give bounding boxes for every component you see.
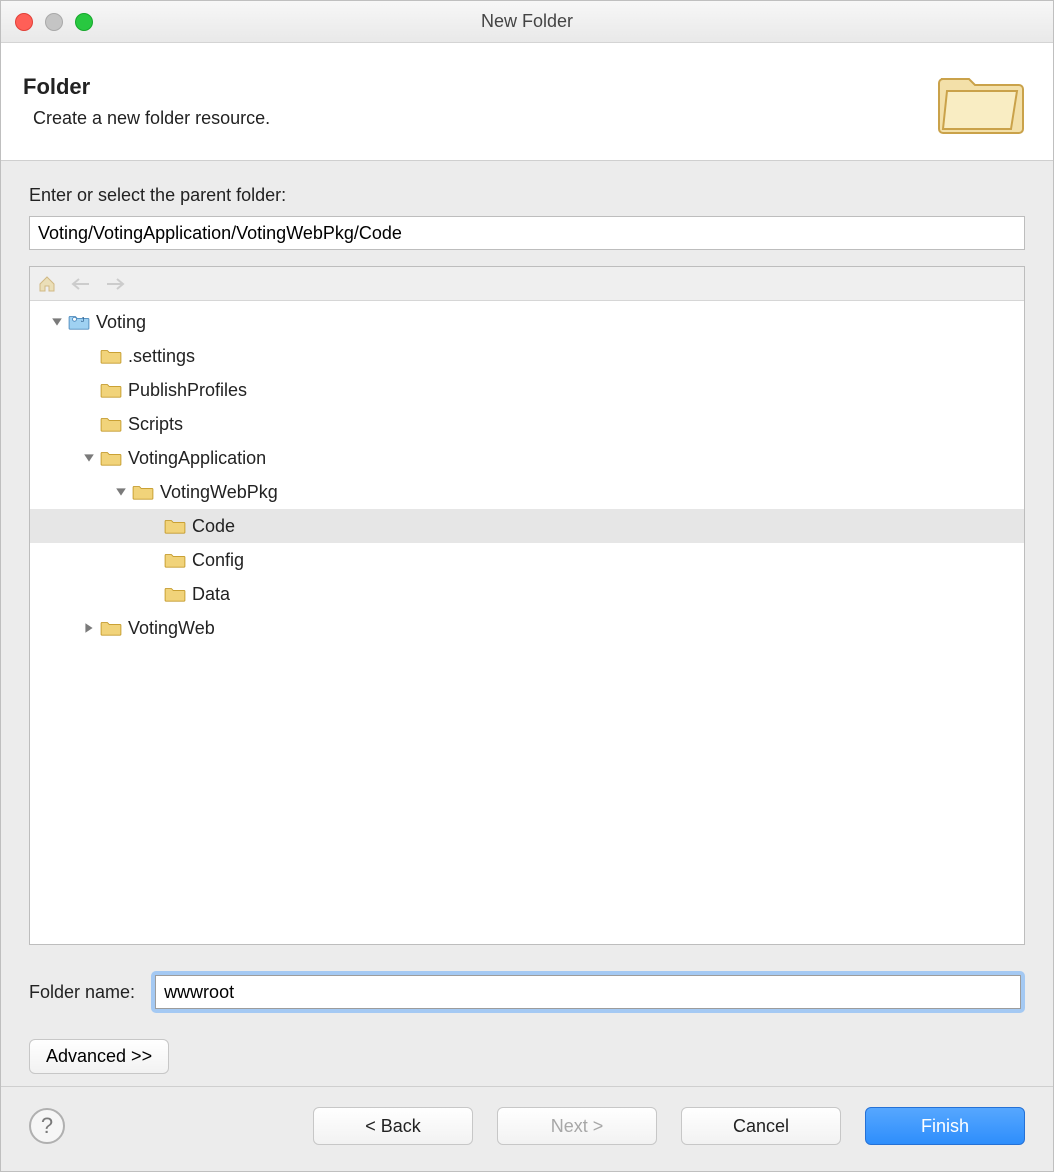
tree-item-scripts[interactable]: Scripts bbox=[30, 407, 1024, 441]
wizard-footer: ? < Back Next > Cancel Finish bbox=[1, 1086, 1053, 1171]
traffic-lights bbox=[15, 13, 93, 31]
window-title: New Folder bbox=[1, 11, 1053, 32]
folder-icon bbox=[100, 619, 122, 637]
arrow-placeholder bbox=[144, 551, 162, 569]
back-arrow-icon[interactable] bbox=[70, 273, 92, 295]
wizard-content: Enter or select the parent folder: Votin… bbox=[1, 161, 1053, 1086]
maximize-window-button[interactable] bbox=[75, 13, 93, 31]
folder-icon bbox=[100, 449, 122, 467]
folder-name-input[interactable] bbox=[155, 975, 1021, 1009]
folder-icon bbox=[100, 415, 122, 433]
banner-subtext: Create a new folder resource. bbox=[33, 108, 270, 129]
back-button[interactable]: < Back bbox=[313, 1107, 473, 1145]
new-folder-dialog: New Folder Folder Create a new folder re… bbox=[0, 0, 1054, 1172]
chevron-down-icon[interactable] bbox=[48, 313, 66, 331]
finish-button[interactable]: Finish bbox=[865, 1107, 1025, 1145]
next-button: Next > bbox=[497, 1107, 657, 1145]
tree-item-label: VotingWebPkg bbox=[160, 482, 278, 503]
close-window-button[interactable] bbox=[15, 13, 33, 31]
tree-item-code[interactable]: Code bbox=[30, 509, 1024, 543]
folder-icon bbox=[100, 381, 122, 399]
parent-folder-input[interactable] bbox=[29, 216, 1025, 250]
tree-item-votingwebpkg[interactable]: VotingWebPkg bbox=[30, 475, 1024, 509]
chevron-down-icon[interactable] bbox=[80, 449, 98, 467]
tree-item-label: Scripts bbox=[128, 414, 183, 435]
tree-item-label: VotingApplication bbox=[128, 448, 266, 469]
tree-item-label: Config bbox=[192, 550, 244, 571]
tree-toolbar bbox=[30, 267, 1024, 301]
tree-item-votingweb[interactable]: VotingWeb bbox=[30, 611, 1024, 645]
arrow-placeholder bbox=[144, 517, 162, 535]
arrow-placeholder bbox=[144, 585, 162, 603]
arrow-placeholder bbox=[80, 381, 98, 399]
titlebar: New Folder bbox=[1, 1, 1053, 43]
tree-item-votingapplication[interactable]: VotingApplication bbox=[30, 441, 1024, 475]
tree-item-label: Data bbox=[192, 584, 230, 605]
arrow-placeholder bbox=[80, 347, 98, 365]
project-icon bbox=[68, 313, 90, 331]
tree-item-label: VotingWeb bbox=[128, 618, 215, 639]
wizard-banner: Folder Create a new folder resource. bbox=[1, 43, 1053, 161]
help-icon[interactable]: ? bbox=[29, 1108, 65, 1144]
tree-item-config[interactable]: Config bbox=[30, 543, 1024, 577]
folder-icon bbox=[164, 585, 186, 603]
tree-item-label: Voting bbox=[96, 312, 146, 333]
chevron-down-icon[interactable] bbox=[112, 483, 130, 501]
minimize-window-button bbox=[45, 13, 63, 31]
tree-item-label: .settings bbox=[128, 346, 195, 367]
advanced-button[interactable]: Advanced >> bbox=[29, 1039, 169, 1074]
folder-icon bbox=[100, 347, 122, 365]
tree-item-label: PublishProfiles bbox=[128, 380, 247, 401]
tree-item-label: Code bbox=[192, 516, 235, 537]
home-icon[interactable] bbox=[36, 273, 58, 295]
parent-folder-label: Enter or select the parent folder: bbox=[29, 185, 1025, 206]
folder-tree: Voting .settings PublishProfiles Scripts Vot… bbox=[29, 266, 1025, 945]
folder-icon bbox=[164, 551, 186, 569]
arrow-placeholder bbox=[80, 415, 98, 433]
cancel-button[interactable]: Cancel bbox=[681, 1107, 841, 1145]
tree-item-data[interactable]: Data bbox=[30, 577, 1024, 611]
tree-item-voting[interactable]: Voting bbox=[30, 305, 1024, 339]
folder-icon bbox=[132, 483, 154, 501]
tree-body[interactable]: Voting .settings PublishProfiles Scripts Vot… bbox=[30, 301, 1024, 944]
chevron-right-icon[interactable] bbox=[80, 619, 98, 637]
banner-heading: Folder bbox=[23, 74, 270, 100]
forward-arrow-icon[interactable] bbox=[104, 273, 126, 295]
folder-icon bbox=[164, 517, 186, 535]
tree-item-publishprofiles[interactable]: PublishProfiles bbox=[30, 373, 1024, 407]
tree-item--settings[interactable]: .settings bbox=[30, 339, 1024, 373]
folder-name-label: Folder name: bbox=[29, 982, 135, 1003]
folder-open-icon bbox=[931, 59, 1031, 144]
